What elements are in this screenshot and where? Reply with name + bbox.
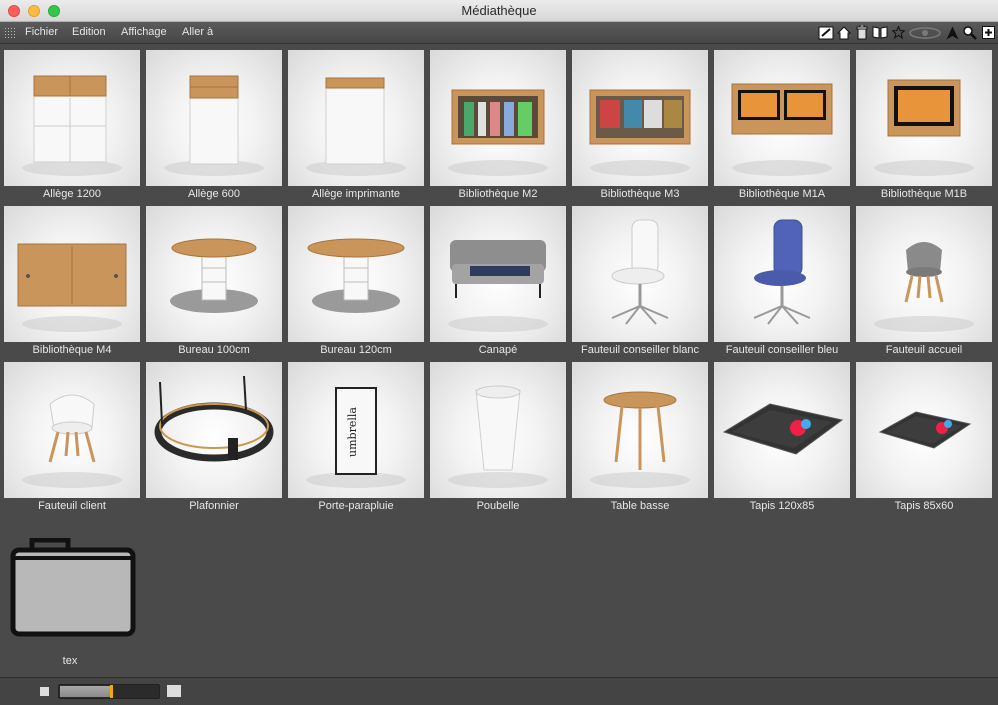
menu-edition[interactable]: Edition bbox=[72, 26, 106, 38]
media-item[interactable]: Fauteuil conseiller blanc bbox=[572, 206, 708, 356]
star-icon[interactable] bbox=[890, 24, 906, 41]
menu-affichage[interactable]: Affichage bbox=[121, 26, 167, 38]
media-item-label: Bibliothèque M1A bbox=[738, 188, 826, 200]
media-item[interactable]: Bibliothèque M3 bbox=[572, 50, 708, 200]
status-bar bbox=[0, 677, 998, 705]
svg-text:umbrella: umbrella bbox=[346, 407, 359, 457]
media-item[interactable]: Tapis 120x85 bbox=[714, 362, 850, 512]
ring-lamp-icon bbox=[146, 362, 282, 498]
shelf-screens-icon bbox=[714, 50, 850, 186]
media-item-label: Plafonnier bbox=[189, 500, 239, 512]
rug-small-icon bbox=[856, 362, 992, 498]
media-item-label: Bibliothèque M2 bbox=[458, 188, 538, 200]
sideboard-icon bbox=[4, 206, 140, 342]
media-item[interactable]: Bibliothèque M1B bbox=[856, 50, 992, 200]
cabinet-narrow-icon bbox=[146, 50, 282, 186]
media-item[interactable]: Allège 1200 bbox=[4, 50, 140, 200]
arrow-icon[interactable] bbox=[944, 24, 960, 41]
media-item-label: Fauteuil client bbox=[38, 500, 106, 512]
folder-label: tex bbox=[62, 655, 78, 667]
shell-chair-white-icon bbox=[4, 362, 140, 498]
book-icon[interactable] bbox=[872, 24, 888, 41]
zoom-out-icon[interactable] bbox=[40, 687, 49, 696]
media-item-label: Poubelle bbox=[476, 500, 520, 512]
trash-icon[interactable] bbox=[854, 24, 870, 41]
media-item-label: Fauteuil conseiller bleu bbox=[725, 344, 839, 356]
media-item[interactable]: Bureau 120cm bbox=[288, 206, 424, 356]
eye-icon bbox=[908, 24, 942, 41]
grip-icon bbox=[4, 27, 16, 39]
menu-aller[interactable]: Aller à bbox=[182, 26, 213, 38]
zoom-in-icon[interactable] bbox=[167, 685, 181, 697]
media-item[interactable]: Fauteuil conseiller bleu bbox=[714, 206, 850, 356]
media-item[interactable]: umbrella Porte-parapluie bbox=[288, 362, 424, 512]
menu-bar: Fichier Edition Affichage Aller à bbox=[0, 22, 998, 44]
shelf-magazines-icon bbox=[572, 50, 708, 186]
media-item[interactable]: Fauteuil accueil bbox=[856, 206, 992, 356]
media-item-label: Porte-parapluie bbox=[318, 500, 394, 512]
office-chair-blue-icon bbox=[714, 206, 850, 342]
media-item-label: Bureau 120cm bbox=[320, 344, 392, 356]
shell-chair-grey-icon bbox=[856, 206, 992, 342]
media-item[interactable]: Bibliothèque M2 bbox=[430, 50, 566, 200]
title-bar: Médiathèque bbox=[0, 0, 998, 22]
rug-large-icon bbox=[714, 362, 850, 498]
media-item-label: Canapé bbox=[478, 344, 518, 356]
media-item[interactable]: Tapis 85x60 bbox=[856, 362, 992, 512]
round-table-wide-icon bbox=[288, 206, 424, 342]
media-item-label: Allège 1200 bbox=[42, 188, 102, 200]
zoom-slider-knob[interactable] bbox=[110, 685, 113, 698]
shelf-books-icon bbox=[430, 50, 566, 186]
media-item[interactable]: Bibliothèque M1A bbox=[714, 50, 850, 200]
media-item-label: Table basse bbox=[610, 500, 670, 512]
media-item[interactable]: Poubelle bbox=[430, 362, 566, 512]
media-item[interactable]: Table basse bbox=[572, 362, 708, 512]
menu-fichier[interactable]: Fichier bbox=[25, 26, 58, 38]
office-chair-white-icon bbox=[572, 206, 708, 342]
toolbar bbox=[818, 24, 996, 41]
cabinet-printer-icon bbox=[288, 50, 424, 186]
media-item-label: Bibliothèque M4 bbox=[32, 344, 112, 356]
media-item-label: Allège imprimante bbox=[311, 188, 401, 200]
media-item-label: Allège 600 bbox=[188, 188, 240, 200]
add-icon[interactable] bbox=[980, 24, 996, 41]
media-item[interactable]: Fauteuil client bbox=[4, 362, 140, 512]
folder-icon[interactable] bbox=[10, 537, 136, 638]
bin-icon bbox=[430, 362, 566, 498]
media-item[interactable]: Plafonnier bbox=[146, 362, 282, 512]
zoom-slider-fill bbox=[60, 686, 110, 697]
media-item-label: Fauteuil accueil bbox=[885, 344, 963, 356]
shelf-screen-icon bbox=[856, 50, 992, 186]
window-title: Médiathèque bbox=[461, 3, 537, 18]
media-item[interactable]: Canapé bbox=[430, 206, 566, 356]
media-item-label: Tapis 120x85 bbox=[749, 500, 815, 512]
media-item[interactable]: Bibliothèque M4 bbox=[4, 206, 140, 356]
coffee-table-icon bbox=[572, 362, 708, 498]
media-item[interactable]: Allège imprimante bbox=[288, 50, 424, 200]
media-item-label: Bureau 100cm bbox=[178, 344, 250, 356]
media-item-label: Fauteuil conseiller blanc bbox=[580, 344, 699, 356]
media-item-label: Bibliothèque M1B bbox=[880, 188, 968, 200]
media-item-label: Bibliothèque M3 bbox=[600, 188, 680, 200]
edit-icon[interactable] bbox=[818, 24, 834, 41]
search-icon[interactable] bbox=[962, 24, 978, 41]
home-icon[interactable] bbox=[836, 24, 852, 41]
zoom-slider[interactable] bbox=[58, 684, 160, 699]
media-library-window: Médiathèque Fichier Edition Affichage Al… bbox=[0, 0, 998, 705]
umbrella-stand-icon: umbrella bbox=[288, 362, 424, 498]
round-table-icon bbox=[146, 206, 282, 342]
media-item[interactable]: Bureau 100cm bbox=[146, 206, 282, 356]
media-item[interactable]: Allège 600 bbox=[146, 50, 282, 200]
sofa-icon bbox=[430, 206, 566, 342]
media-item-label: Tapis 85x60 bbox=[894, 500, 954, 512]
cabinet-wide-icon bbox=[4, 50, 140, 186]
